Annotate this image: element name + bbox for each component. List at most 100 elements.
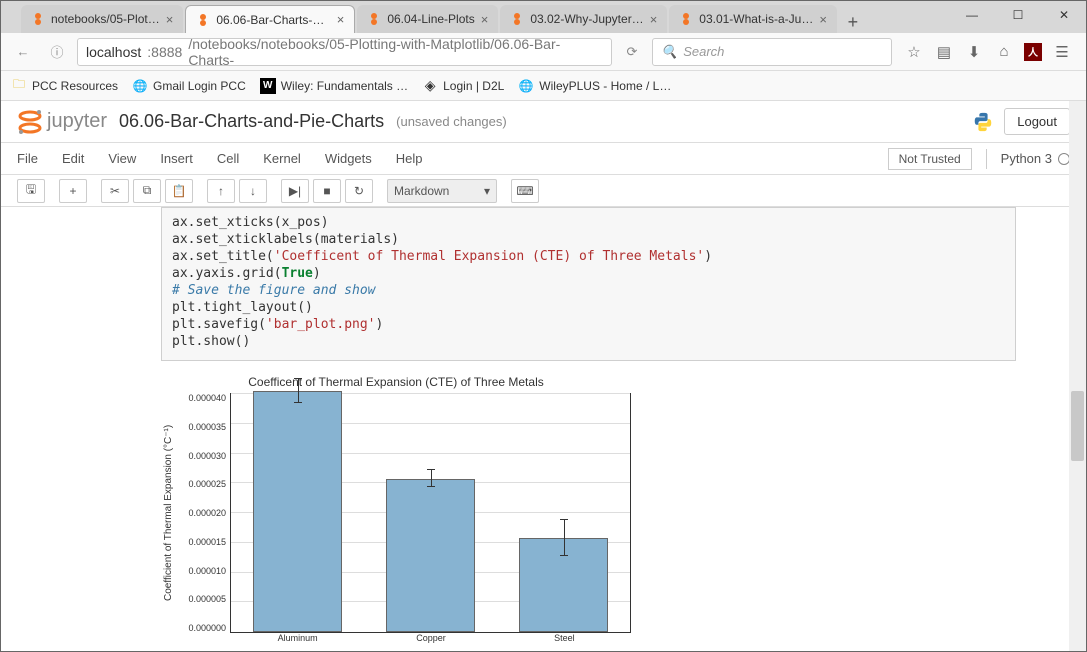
command-palette-button[interactable]: ⌨ [511, 179, 539, 203]
home-icon[interactable]: ⌂ [994, 42, 1014, 62]
chart-plot [230, 393, 631, 633]
url-bar[interactable]: localhost:8888/notebooks/notebooks/05-Pl… [77, 38, 612, 66]
jupyter-favicon [196, 13, 210, 27]
move-up-button[interactable]: ↑ [207, 179, 235, 203]
minimize-button[interactable]: — [949, 0, 995, 30]
menu-widgets[interactable]: Widgets [325, 151, 372, 166]
menu-help[interactable]: Help [396, 151, 423, 166]
browser-tabstrip: notebooks/05-Plot… × 06.06-Bar-Charts-a…… [1, 1, 1086, 33]
cut-button[interactable]: ✂ [101, 179, 129, 203]
menu-view[interactable]: View [108, 151, 136, 166]
menu-icon[interactable]: ☰ [1052, 42, 1072, 62]
bookmark-label: Gmail Login PCC [153, 79, 246, 93]
chart-yaxis: 0.0000400.0000350.0000300.0000250.000020… [176, 393, 230, 633]
tab-close-icon[interactable]: × [481, 12, 489, 27]
jupyter-logo[interactable]: jupyter [17, 108, 107, 136]
chart-xtick: Steel [498, 633, 631, 643]
download-icon[interactable]: ⬇ [964, 42, 984, 62]
info-icon[interactable]: ⓘ [43, 38, 71, 66]
tab-label: 06.04-Line-Plots [387, 12, 474, 26]
scrollbar-track[interactable] [1069, 101, 1086, 651]
code-line: ax.yaxis.grid(True) [172, 265, 1005, 282]
menu-kernel[interactable]: Kernel [263, 151, 301, 166]
python-logo-icon [972, 111, 994, 133]
tab-label: 03.02-Why-Jupyter… [530, 12, 643, 26]
bookmark-item[interactable]: 🌐 WileyPLUS - Home / L… [518, 78, 671, 94]
unsaved-status: (unsaved changes) [396, 114, 507, 129]
scrollbar-thumb[interactable] [1071, 391, 1084, 461]
browser-tab[interactable]: 03.01-What-is-a-Ju… × [669, 5, 837, 33]
tab-close-icon[interactable]: × [337, 12, 345, 27]
search-box[interactable]: 🔍 Search [652, 38, 892, 66]
menu-insert[interactable]: Insert [160, 151, 193, 166]
back-button[interactable]: ← [9, 38, 37, 66]
close-button[interactable]: ✕ [1041, 0, 1087, 30]
logout-button[interactable]: Logout [1004, 108, 1070, 135]
bookmark-bar: 🗀 PCC Resources 🌐 Gmail Login PCC W Wiley: … [1, 71, 1086, 101]
code-line: plt.savefig('bar_plot.png') [172, 316, 1005, 333]
add-cell-button[interactable]: + [59, 179, 87, 203]
menu-file[interactable]: File [17, 151, 38, 166]
globe-icon: 🌐 [132, 78, 148, 94]
chevron-down-icon: ▾ [484, 184, 490, 198]
save-button[interactable]: 🖫 [17, 179, 45, 203]
bookmark-item[interactable]: 🌐 Gmail Login PCC [132, 78, 246, 94]
stop-button[interactable]: ■ [313, 179, 341, 203]
run-button[interactable]: ▶| [281, 179, 309, 203]
pocket-icon[interactable]: ▤ [934, 42, 954, 62]
notebook-area: ax.set_xticks(x_pos) ax.set_xticklabels(… [1, 207, 1086, 643]
tab-label: notebooks/05-Plot… [51, 12, 160, 26]
folder-icon: 🗀 [11, 78, 27, 94]
tab-close-icon[interactable]: × [166, 12, 174, 27]
menu-edit[interactable]: Edit [62, 151, 84, 166]
trusted-badge[interactable]: Not Trusted [888, 148, 972, 170]
bookmark-label: PCC Resources [32, 79, 118, 93]
code-line: ax.set_title('Coefficent of Thermal Expa… [172, 248, 1005, 265]
browser-tab[interactable]: 03.02-Why-Jupyter… × [500, 5, 667, 33]
tab-close-icon[interactable]: × [819, 12, 827, 27]
search-icon: 🔍 [661, 44, 677, 60]
bookmark-label: Wiley: Fundamentals … [281, 79, 408, 93]
tab-label: 03.01-What-is-a-Ju… [699, 12, 813, 26]
bookmark-item[interactable]: W Wiley: Fundamentals … [260, 78, 408, 94]
code-line: ax.set_xticks(x_pos) [172, 214, 1005, 231]
kernel-label[interactable]: Python 3 [1001, 151, 1070, 166]
chart-xtick: Aluminum [231, 633, 364, 643]
jupyter-header: jupyter 06.06-Bar-Charts-and-Pie-Charts … [1, 101, 1086, 143]
paste-button[interactable]: 📋 [165, 179, 193, 203]
chart-output: Coefficent of Thermal Expansion (CTE) of… [161, 375, 631, 643]
browser-tab[interactable]: notebooks/05-Plot… × [21, 5, 183, 33]
wiley-icon: W [260, 78, 276, 94]
tab-label: 06.06-Bar-Charts-a… [216, 13, 330, 27]
code-cell[interactable]: ax.set_xticks(x_pos) ax.set_xticklabels(… [161, 207, 1016, 361]
new-tab-button[interactable]: + [839, 12, 867, 33]
menu-cell[interactable]: Cell [217, 151, 239, 166]
chart-bar [386, 479, 475, 633]
restart-button[interactable]: ↻ [345, 179, 373, 203]
code-line: ax.set_xticklabels(materials) [172, 231, 1005, 248]
bookmark-item[interactable]: 🗀 PCC Resources [11, 78, 118, 94]
jupyter-favicon [31, 12, 45, 26]
jupyter-menubar: File Edit View Insert Cell Kernel Widget… [1, 143, 1086, 175]
notebook-title[interactable]: 06.06-Bar-Charts-and-Pie-Charts [119, 111, 384, 132]
browser-tab[interactable]: 06.04-Line-Plots × [357, 5, 498, 33]
tab-close-icon[interactable]: × [650, 12, 658, 27]
jupyter-logo-text: jupyter [47, 110, 107, 133]
copy-button[interactable]: ⧉ [133, 179, 161, 203]
bookmark-label: WileyPLUS - Home / L… [539, 79, 671, 93]
maximize-button[interactable]: ☐ [995, 0, 1041, 30]
move-down-button[interactable]: ↓ [239, 179, 267, 203]
reload-button[interactable]: ⟳ [618, 38, 646, 66]
url-host: localhost [86, 44, 141, 60]
url-path: /notebooks/notebooks/05-Plotting-with-Ma… [188, 36, 603, 68]
pdf-icon[interactable]: 人 [1024, 43, 1042, 61]
star-icon[interactable]: ☆ [904, 42, 924, 62]
globe-icon: 🌐 [518, 78, 534, 94]
celltype-select[interactable]: Markdown▾ [387, 179, 497, 203]
chart-ylabel: Coefficient of Thermal Expansion (°C⁻¹) [161, 393, 176, 633]
d2l-icon: ◈ [422, 78, 438, 94]
chart-xtick: Copper [364, 633, 497, 643]
bookmark-item[interactable]: ◈Login | D2L [422, 78, 504, 94]
browser-tab-active[interactable]: 06.06-Bar-Charts-a… × [185, 5, 355, 33]
code-line: # Save the figure and show [172, 282, 1005, 299]
